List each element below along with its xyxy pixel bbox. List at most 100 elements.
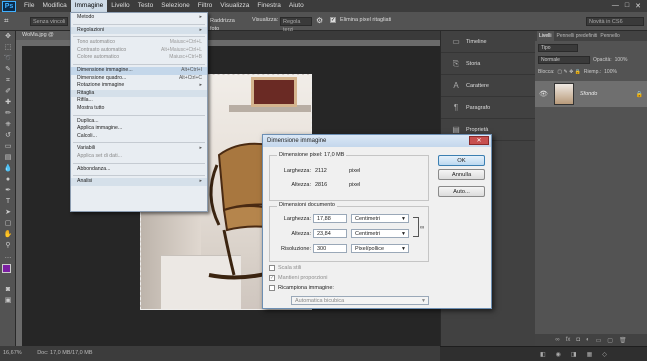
folder-icon[interactable]: ▭ (596, 337, 602, 344)
doc-width-input[interactable]: 17,88 (313, 214, 347, 223)
menu-item[interactable]: Calcoli... (71, 133, 207, 141)
dock-history[interactable]: ⎘ Storia (441, 53, 535, 75)
quick-mask-icon[interactable]: ◙ (0, 284, 16, 295)
fx-icon[interactable]: fx (566, 337, 571, 343)
dock-timeline[interactable]: ▭ Timeline (441, 31, 535, 53)
move-tool-icon[interactable]: ✥ (0, 31, 16, 42)
menu-item[interactable]: Dimensione quadro... Alt+Ctrl+C (71, 75, 207, 83)
marquee-tool-icon[interactable]: ⬚ (0, 42, 16, 53)
new-layer-icon[interactable]: ▢ (607, 337, 613, 344)
menu-testo[interactable]: Testo (134, 0, 158, 12)
pen-tool-icon[interactable]: ✒ (0, 185, 16, 196)
menu-modifica[interactable]: Modifica (38, 0, 70, 12)
menu-item[interactable]: Duplica... (71, 118, 207, 126)
doc-width-unit-select[interactable]: Centimetri ▼ (351, 214, 409, 223)
app-icon[interactable]: ▦ (587, 351, 593, 358)
lasso-tool-icon[interactable]: ➰ (0, 53, 16, 64)
clone-tool-icon[interactable]: ⎈ (0, 119, 16, 130)
workspace-select[interactable]: Novità in CS6 (586, 17, 644, 26)
straighten-label[interactable]: Raddrizza foto (208, 17, 244, 32)
menu-item[interactable]: Dimensione immagine... Alt+Ctrl+I (71, 66, 207, 75)
close-window-icon[interactable]: ✕ (635, 2, 641, 10)
brush-tool-icon[interactable]: ✏ (0, 108, 16, 119)
dodge-tool-icon[interactable]: ● (0, 174, 16, 185)
layer-row[interactable]: 👁 Sfondo 🔒 (535, 81, 647, 107)
auto-button[interactable]: Auto... (438, 186, 485, 197)
delete-cropped-checkbox[interactable]: ✓ (330, 17, 336, 23)
menu-item[interactable]: Rotazione immagine ▸ (71, 82, 207, 90)
ok-button[interactable]: OK (438, 155, 485, 166)
link-icon[interactable]: ∞ (555, 337, 559, 343)
menu-item[interactable]: Variabili ▸ (71, 145, 207, 153)
resample-checkbox[interactable]: Ricampiona immagine: (269, 285, 334, 291)
crop-tool-icon[interactable]: ⌗ (4, 16, 9, 26)
app-icon[interactable]: ◧ (540, 351, 546, 358)
opacity-value[interactable]: 100% (615, 57, 628, 63)
view-select[interactable]: Regola terzi (280, 17, 312, 33)
color-swatches[interactable] (0, 262, 15, 284)
tab-pennello[interactable]: Pennello (600, 31, 619, 41)
eyedropper-tool-icon[interactable]: ✐ (0, 86, 16, 97)
doc-height-input[interactable]: 23,84 (313, 229, 347, 238)
more-tools-icon[interactable]: … (0, 251, 16, 262)
menu-item[interactable]: Applica immagine... (71, 125, 207, 133)
screen-mode-icon[interactable]: ▣ (0, 295, 16, 306)
app-icon[interactable]: ◨ (571, 351, 577, 358)
healing-tool-icon[interactable]: ✚ (0, 97, 16, 108)
close-icon[interactable]: ✕ (469, 136, 489, 145)
constrain-proportions-checkbox[interactable]: ✓ Mantieni proporzioni (269, 275, 328, 281)
menu-selezione[interactable]: Selezione (157, 0, 194, 12)
menu-item[interactable]: Regolazioni ▸ (71, 26, 207, 35)
menu-immagine[interactable]: Immagine (70, 0, 108, 12)
gear-icon[interactable]: ⚙ (316, 16, 323, 25)
doc-size-status[interactable]: Doc: 17,0 MB/17,0 MB (37, 350, 92, 356)
zoom-tool-icon[interactable]: ⚲ (0, 240, 16, 251)
eye-icon[interactable]: 👁 (539, 90, 548, 98)
menu-file[interactable]: File (20, 0, 38, 12)
menu-visualizza[interactable]: Visualizza (216, 0, 253, 12)
type-tool-icon[interactable]: T (0, 196, 16, 207)
menu-item[interactable]: Ritaglia (71, 89, 207, 98)
menu-item[interactable]: Abbondanza... (71, 166, 207, 174)
ratio-select[interactable]: Senza vincoli (30, 17, 68, 26)
menu-item[interactable]: Analisi ▸ (71, 178, 207, 186)
menu-item[interactable]: Rifila... (71, 97, 207, 105)
adjustment-icon[interactable]: ◐ (586, 337, 590, 343)
cancel-button[interactable]: Annulla (438, 169, 485, 180)
app-icon[interactable]: ◇ (602, 351, 607, 358)
mask-icon[interactable]: ◘ (576, 337, 580, 343)
menu-finestra[interactable]: Finestra (253, 0, 284, 12)
lock-icons[interactable]: ▢ ✎ ✥ 🔒 (557, 69, 581, 75)
history-brush-tool-icon[interactable]: ↺ (0, 130, 16, 141)
menu-aiuto[interactable]: Aiuto (285, 0, 308, 12)
blur-tool-icon[interactable]: 💧 (0, 163, 16, 174)
maximize-icon[interactable]: □ (625, 2, 629, 10)
scale-styles-checkbox[interactable]: Scala stili (269, 265, 301, 271)
doc-height-unit-select[interactable]: Centimetri ▼ (351, 229, 409, 238)
eraser-tool-icon[interactable]: ▭ (0, 141, 16, 152)
foreground-color-icon[interactable] (2, 264, 11, 273)
tab-livelli[interactable]: Livelli (537, 31, 554, 41)
resolution-input[interactable]: 300 (313, 244, 347, 253)
menu-item[interactable]: Mostra tutto (71, 105, 207, 113)
trash-icon[interactable]: 🗑 (619, 337, 627, 344)
app-icon[interactable]: ◉ (556, 351, 561, 358)
menu-livello[interactable]: Livello (107, 0, 133, 12)
resample-method-select[interactable]: Automatica bicubica ▼ (291, 296, 429, 305)
menu-filtro[interactable]: Filtro (194, 0, 216, 12)
crop-tool-icon[interactable]: ⌗ (0, 75, 16, 86)
hand-tool-icon[interactable]: ✋ (0, 229, 16, 240)
menu-item[interactable]: Metodo ▸ (71, 14, 207, 22)
shape-tool-icon[interactable]: ▢ (0, 218, 16, 229)
layer-name[interactable]: Sfondo (580, 91, 597, 97)
gradient-tool-icon[interactable]: ▤ (0, 152, 16, 163)
minimize-icon[interactable]: — (612, 2, 619, 10)
blend-select[interactable]: Normale (538, 56, 590, 64)
path-select-tool-icon[interactable]: ➤ (0, 207, 16, 218)
fill-value[interactable]: 100% (604, 69, 617, 75)
resolution-unit-select[interactable]: Pixel/pollice ▼ (351, 244, 409, 253)
document-tab[interactable]: WoMa.jpg @ 16,7% (16, 31, 76, 47)
kind-select[interactable]: Tipo (538, 44, 578, 52)
tab-pennelli[interactable]: Pennelli predefiniti (557, 31, 598, 41)
dock-paragraph[interactable]: ¶ Paragrafo (441, 97, 535, 119)
